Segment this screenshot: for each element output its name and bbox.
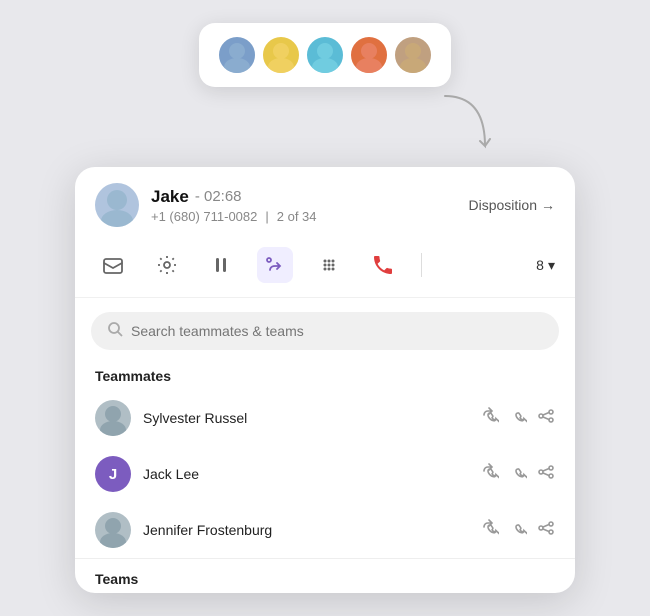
call-plus-icon-sylvester[interactable]: [481, 407, 499, 430]
call-icon-jennifer[interactable]: [509, 519, 527, 542]
call-icon-sylvester[interactable]: [509, 407, 527, 430]
merge-icon-jennifer[interactable]: [537, 519, 555, 542]
transfer-button[interactable]: [257, 247, 293, 283]
merge-icon-sylvester[interactable]: [537, 407, 555, 430]
avatar-1: [217, 35, 257, 75]
merge-icon-jack[interactable]: [537, 463, 555, 486]
hangup-button[interactable]: [365, 247, 401, 283]
call-info: Jake - 02:68 +1 (680) 711-0082 | 2 of 34: [151, 187, 457, 224]
pause-button[interactable]: [203, 247, 239, 283]
separator: |: [265, 209, 268, 224]
contact-actions-sylvester: [481, 407, 555, 430]
contact-row: Jennifer Frostenburg: [75, 502, 575, 558]
contact-row: J Jack Lee: [75, 446, 575, 502]
caller-avatar: [95, 183, 139, 227]
teams-section-label: Teams: [75, 563, 575, 593]
toolbar: 8 ▾: [75, 239, 575, 298]
call-icon-jack[interactable]: [509, 463, 527, 486]
arrow-decoration: [435, 91, 495, 161]
agents-count: 8: [536, 257, 544, 273]
agents-dropdown[interactable]: 8 ▾: [536, 257, 555, 274]
position-text: 2 of 34: [277, 209, 317, 224]
contact-actions-jennifer: [481, 519, 555, 542]
search-icon: [107, 321, 123, 341]
call-plus-icon-jack[interactable]: [481, 463, 499, 486]
contact-avatar-jennifer: [95, 512, 131, 548]
call-sub: +1 (680) 711-0082 | 2 of 34: [151, 209, 457, 224]
inbox-button[interactable]: [95, 247, 131, 283]
call-timer: - 02:68: [195, 188, 242, 205]
search-box: [91, 312, 559, 350]
contact-actions-jack: [481, 463, 555, 486]
call-position: 2 of 34: [277, 209, 317, 224]
contact-avatar-jack: J: [95, 456, 131, 492]
contact-avatar-sylvester: [95, 400, 131, 436]
call-plus-icon-jennifer[interactable]: [481, 519, 499, 542]
disposition-arrow-icon: →: [541, 197, 555, 213]
disposition-label: Disposition: [469, 197, 537, 213]
contact-row: Sylvester Russel: [75, 390, 575, 446]
search-input[interactable]: [131, 323, 543, 339]
call-name: Jake - 02:68: [151, 187, 457, 207]
avatar-3: [305, 35, 345, 75]
caller-name-text: Jake: [151, 187, 189, 207]
toolbar-divider: [421, 253, 422, 277]
search-area: [75, 298, 575, 360]
avatar-group-card: [199, 23, 451, 87]
agents-chevron-icon: ▾: [548, 257, 555, 274]
contact-name-jennifer: Jennifer Frostenburg: [143, 522, 469, 538]
avatar-4: [349, 35, 389, 75]
avatar-2: [261, 35, 301, 75]
teammates-section-label: Teammates: [75, 360, 575, 390]
avatar-5: [393, 35, 433, 75]
main-panel: Jake - 02:68 +1 (680) 711-0082 | 2 of 34…: [75, 167, 575, 593]
contact-name-sylvester: Sylvester Russel: [143, 410, 469, 426]
phone-number: +1 (680) 711-0082: [151, 209, 257, 224]
call-header: Jake - 02:68 +1 (680) 711-0082 | 2 of 34…: [75, 167, 575, 239]
disposition-button[interactable]: Disposition →: [469, 197, 555, 213]
teams-section: Teams: [75, 558, 575, 593]
dialpad-button[interactable]: [311, 247, 347, 283]
settings-button[interactable]: [149, 247, 185, 283]
contact-name-jack: Jack Lee: [143, 466, 469, 482]
